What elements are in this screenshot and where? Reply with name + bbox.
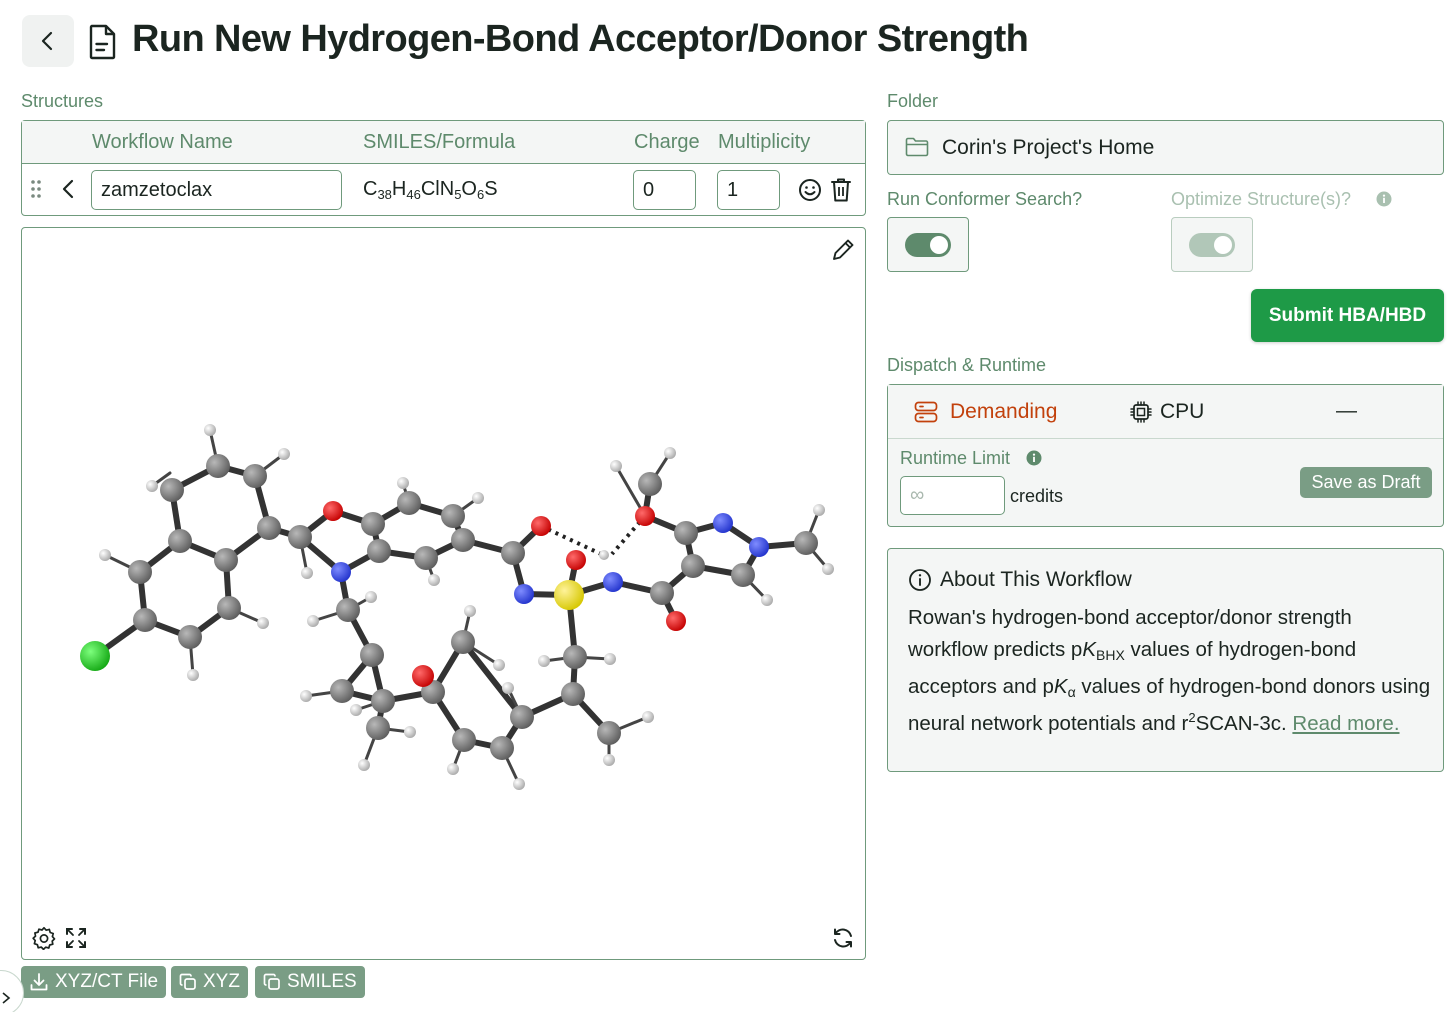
conformer-search-toggle[interactable] (887, 217, 969, 272)
settings-gear-icon[interactable] (32, 926, 56, 950)
download-xyz-file-label: XYZ/CT File (55, 971, 159, 992)
cpu-chip-icon (1130, 401, 1152, 423)
drag-handle-icon[interactable] (30, 179, 42, 199)
info-circle-icon (909, 569, 931, 591)
multiplicity-input[interactable]: 1 (717, 170, 780, 210)
about-workflow-panel: About This Workflow Rowan's hydrogen-bon… (887, 548, 1444, 772)
copy-xyz-button[interactable]: XYZ (171, 966, 248, 998)
submit-button[interactable]: Submit HBA/HBD (1251, 289, 1444, 342)
download-xyz-file-button[interactable]: XYZ/CT File (21, 966, 167, 998)
structures-table: Workflow Name SMILES/Formula Charge Mult… (21, 120, 866, 216)
folder-label: Folder (887, 91, 939, 111)
column-multiplicity: Multiplicity (718, 131, 811, 153)
download-icon (30, 973, 48, 991)
read-more-link[interactable]: Read more. (1292, 712, 1399, 735)
dispatch-dash: — (1336, 399, 1357, 422)
info-icon[interactable] (1026, 450, 1042, 466)
structures-label: Structures (21, 91, 104, 111)
server-icon (914, 401, 938, 423)
folder-icon (905, 137, 929, 157)
about-title: About This Workflow (940, 568, 1132, 591)
document-icon (89, 24, 116, 60)
copy-smiles-button[interactable]: SMILES (255, 966, 365, 998)
dispatch-hardware: CPU (1160, 400, 1205, 423)
conformer-search-label: Run Conformer Search? (887, 189, 1083, 209)
molecule-3d-render[interactable] (22, 228, 866, 960)
hydrogen-bond-dashes (540, 514, 647, 557)
column-smiles: SMILES/Formula (363, 131, 516, 153)
chevron-left-icon (41, 31, 53, 51)
molecular-formula: C38H46ClN5O6S (363, 178, 498, 202)
dispatch-selector[interactable]: Demanding CPU — (888, 385, 1443, 439)
copy-icon (263, 973, 280, 990)
molecule-viewer[interactable] (21, 227, 866, 960)
collapse-chevron-icon[interactable] (60, 177, 76, 201)
column-workflow-name: Workflow Name (92, 131, 233, 153)
copy-icon (179, 973, 196, 990)
runtime-units: credits (1010, 486, 1064, 506)
chevron-right-icon (2, 992, 11, 1004)
back-button[interactable] (22, 15, 74, 67)
folder-name: Corin's Project's Home (942, 136, 1155, 159)
trash-icon[interactable] (830, 177, 852, 203)
refresh-icon[interactable] (831, 926, 855, 950)
toggle-switch (1189, 233, 1235, 257)
runtime-limit-input[interactable]: ∞ (900, 476, 1005, 515)
optimize-structures-label: Optimize Structure(s)? (1171, 189, 1352, 209)
folder-selector[interactable]: Corin's Project's Home (887, 120, 1444, 175)
dispatch-runtime-label: Dispatch & Runtime (887, 355, 1047, 375)
fullscreen-icon[interactable] (64, 926, 88, 950)
pencil-edit-icon[interactable] (830, 237, 856, 263)
runtime-limit-label: Runtime Limit (900, 448, 1011, 468)
dispatch-panel: Demanding CPU — Runtime Limit ∞ credits … (887, 384, 1444, 527)
charge-input[interactable]: 0 (633, 170, 696, 210)
info-icon[interactable] (1376, 191, 1392, 207)
copy-smiles-label: SMILES (287, 971, 357, 992)
table-header: Workflow Name SMILES/Formula Charge Mult… (22, 121, 865, 164)
page-title: Run New Hydrogen-Bond Acceptor/Donor Str… (132, 18, 1029, 60)
workflow-name-input[interactable]: zamzetoclax (91, 170, 342, 210)
toggle-switch (905, 233, 951, 257)
dispatch-tier: Demanding (950, 400, 1058, 423)
column-charge: Charge (634, 131, 700, 153)
optimize-structures-toggle[interactable] (1171, 217, 1253, 272)
smiley-icon[interactable] (798, 178, 822, 202)
about-description: Rowan's hydrogen-bond acceptor/donor str… (908, 606, 1431, 735)
save-as-draft-button[interactable]: Save as Draft (1300, 467, 1432, 498)
copy-xyz-label: XYZ (203, 971, 240, 992)
